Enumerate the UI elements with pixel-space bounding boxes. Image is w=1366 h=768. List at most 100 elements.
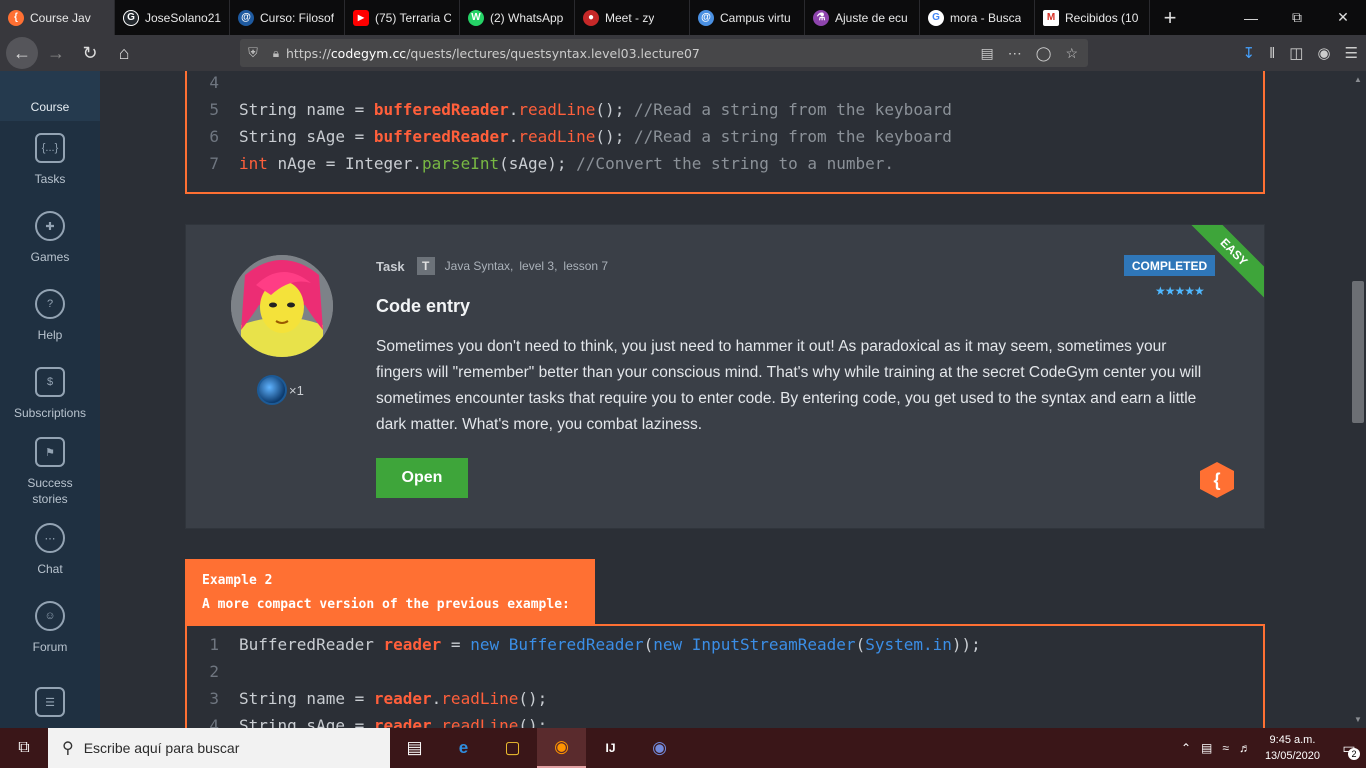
- tab-ajuste[interactable]: ⚗ Ajuste de ecu: [805, 0, 920, 35]
- tasks-icon: {...}: [35, 133, 65, 163]
- line-number: 4: [209, 73, 219, 92]
- minimize-icon[interactable]: —: [1228, 0, 1274, 35]
- pocket-icon[interactable]: ◯: [1036, 45, 1052, 62]
- sidebar-item-more[interactable]: ☰: [0, 667, 100, 728]
- windows-start-icon[interactable]: ⧉: [0, 728, 48, 768]
- lesson-content: 4 5 String name = bufferedReader. readLine…: [100, 71, 1350, 728]
- tab-curso[interactable]: @ Curso: Filosof: [230, 0, 345, 35]
- code-token: System.in: [865, 635, 952, 654]
- code-comment: //Convert the string to a number.: [566, 154, 895, 173]
- task-header: Task T Java Syntax, level 3, lesson 7: [376, 257, 614, 275]
- taskbar-search[interactable]: ⚲ Escribe aquí para buscar: [48, 728, 390, 768]
- rating-stars: ★★★★★: [1155, 284, 1205, 298]
- code-token: sAge =: [296, 716, 374, 728]
- lock-icon[interactable]: 🔒︎: [266, 46, 286, 61]
- download-icon[interactable]: ↧: [1242, 44, 1255, 62]
- code-token: name =: [296, 689, 374, 708]
- library-icon[interactable]: ‖: [1269, 45, 1275, 62]
- shield-icon[interactable]: ⛨: [240, 45, 266, 61]
- url-text[interactable]: https://codegym.cc/quests/lectures/quest…: [286, 46, 981, 61]
- taskbar-clock[interactable]: 9:45 a.m. 13/05/2020: [1265, 732, 1320, 764]
- reader-view-icon[interactable]: ▤: [981, 45, 994, 62]
- notifications-icon[interactable]: ▭ 2: [1332, 728, 1366, 768]
- sidebar-item-help[interactable]: ? Help: [0, 277, 100, 355]
- sidebar-item-chat[interactable]: ⋯ Chat: [0, 511, 100, 589]
- google-icon: G: [928, 9, 944, 26]
- menu-icon[interactable]: ☰: [1345, 44, 1358, 62]
- task-view-icon[interactable]: ▤: [390, 728, 439, 768]
- toolbar-right: ↧ ‖ ◫ ◉ ☰: [1242, 39, 1358, 67]
- volume-icon[interactable]: ♬: [1239, 741, 1251, 755]
- page-scrollbar[interactable]: ▲ ▼: [1350, 71, 1366, 728]
- sidebar-item-games[interactable]: ✚ Games: [0, 199, 100, 277]
- more-actions-icon[interactable]: ⋯: [1008, 45, 1022, 62]
- bookmark-star-icon[interactable]: ☆: [1065, 45, 1078, 62]
- microphone-icon: ●: [583, 9, 599, 26]
- sidebar-item-forum[interactable]: ☺ Forum: [0, 589, 100, 667]
- wifi-icon[interactable]: ≈: [1222, 741, 1229, 755]
- code-token: String: [239, 127, 297, 146]
- intellij-icon[interactable]: IJ: [586, 728, 635, 768]
- example-header: Example 2 A more compact version of the …: [185, 559, 595, 625]
- browser-navbar: ← → ↻ ⌂ ⛨ 🔒︎ https://codegym.cc/quests/l…: [0, 35, 1366, 71]
- battery-icon[interactable]: ▤: [1201, 741, 1212, 755]
- code-token: readLine: [518, 127, 596, 146]
- url-bar[interactable]: ⛨ 🔒︎ https://codegym.cc/quests/lectures/…: [240, 39, 1088, 67]
- line-number: 5: [209, 100, 219, 119]
- sidebar-item-course[interactable]: Course: [0, 71, 100, 121]
- edge-icon[interactable]: e: [439, 728, 488, 768]
- tab-label: Curso: Filosof: [260, 10, 335, 25]
- tab-label: Campus virtu: [720, 10, 791, 25]
- firefox-icon[interactable]: ◉: [537, 728, 586, 768]
- code-token: String: [239, 689, 297, 708]
- clock-date: 13/05/2020: [1264, 750, 1320, 762]
- scroll-down-icon[interactable]: ▼: [1354, 715, 1362, 724]
- maximize-icon[interactable]: ⧉: [1274, 0, 1320, 35]
- code-token: =: [441, 635, 471, 654]
- code-token: readLine: [518, 100, 596, 119]
- tab-campus[interactable]: @ Campus virtu: [690, 0, 805, 35]
- url-prefix: https://: [286, 45, 331, 61]
- discord-icon[interactable]: ◉: [635, 728, 684, 768]
- reload-button[interactable]: ↻: [74, 37, 106, 69]
- tab-whatsapp[interactable]: W (2) WhatsApp: [460, 0, 575, 35]
- sidebar-item-label: Success stories: [27, 476, 73, 506]
- tab-course-java[interactable]: {Course Jav: [0, 0, 115, 35]
- open-task-button[interactable]: Open: [376, 458, 468, 498]
- code-token: ();: [595, 127, 625, 146]
- code-token: ();: [595, 100, 625, 119]
- scroll-up-icon[interactable]: ▲: [1354, 75, 1362, 84]
- account-icon[interactable]: ◉: [1317, 44, 1330, 62]
- forward-button[interactable]: →: [40, 37, 72, 69]
- codegym-hex-icon[interactable]: {: [1200, 462, 1234, 498]
- code-line: 6 String sAge = bufferedReader. readLine()…: [187, 123, 1263, 150]
- chevron-up-icon[interactable]: ⌃: [1181, 741, 1191, 755]
- tab-gmail[interactable]: M Recibidos (10: [1035, 0, 1150, 35]
- back-button[interactable]: ←: [6, 37, 38, 69]
- code-token: .: [508, 100, 519, 119]
- tab-meet[interactable]: ● Meet - zy: [575, 0, 690, 35]
- new-tab-button[interactable]: +: [1150, 0, 1190, 35]
- code-token: (sAge);: [499, 154, 567, 173]
- file-explorer-icon[interactable]: ▢: [488, 728, 537, 768]
- code-token: String: [239, 716, 297, 728]
- sidebar-item-subscriptions[interactable]: $ Subscriptions: [0, 355, 100, 433]
- tab-github[interactable]: G JoseSolano21: [115, 0, 230, 35]
- sidebar-item-success-stories[interactable]: ⚑ Success stories: [0, 433, 100, 511]
- code-token: ();: [518, 716, 548, 728]
- chat-icon: ⋯: [35, 523, 65, 553]
- line-number: 1: [209, 635, 219, 654]
- task-label: Task: [376, 258, 405, 274]
- tab-youtube[interactable]: ▶ (75) Terraria C: [345, 0, 460, 35]
- home-button[interactable]: ⌂: [108, 37, 140, 69]
- tab-google[interactable]: Gmora - Busca: [920, 0, 1035, 35]
- help-icon: ?: [35, 289, 65, 319]
- code-line: 2: [187, 658, 1263, 685]
- sidebar-item-tasks[interactable]: {...} Tasks: [0, 121, 100, 199]
- close-icon[interactable]: ✕: [1320, 0, 1366, 35]
- scrollbar-thumb[interactable]: [1352, 281, 1364, 423]
- sidebar-toggle-icon[interactable]: ◫: [1289, 44, 1303, 62]
- tab-label: (2) WhatsApp: [490, 10, 564, 25]
